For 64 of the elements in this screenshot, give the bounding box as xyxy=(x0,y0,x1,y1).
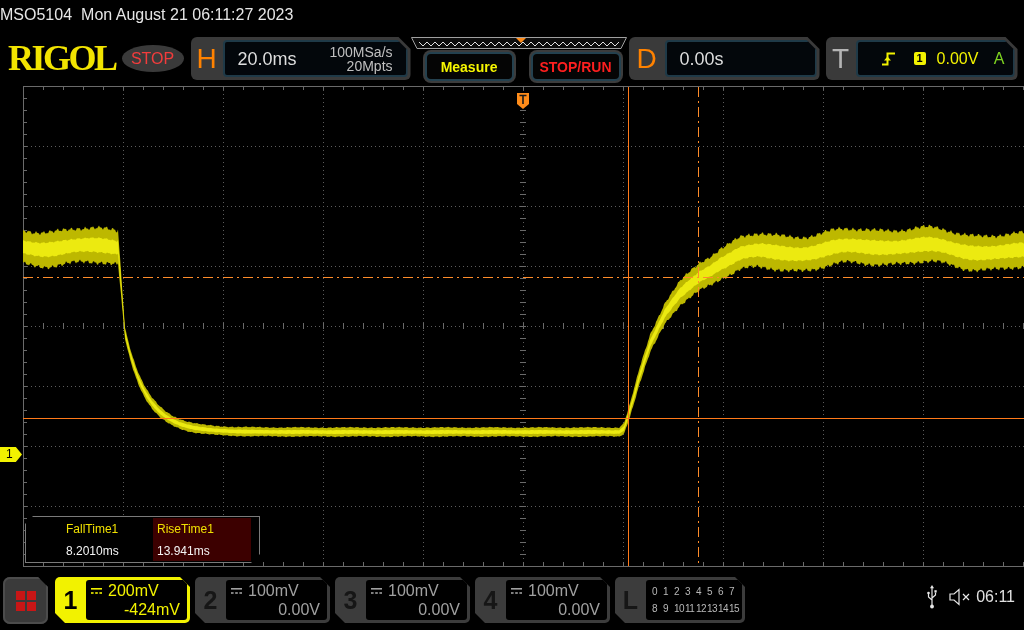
logic-channel-number: 12 xyxy=(696,603,707,614)
channel-panel[interactable]: 1 200mV -424mV xyxy=(55,577,190,623)
channel-offset: 0.00V xyxy=(418,600,460,620)
menu-button[interactable] xyxy=(3,577,48,624)
logic-channel-number: 2 xyxy=(674,586,680,597)
delay-value: 0.00s xyxy=(679,47,724,70)
logic-channel-number: 4 xyxy=(696,586,702,597)
clock-time: 06:11 xyxy=(976,587,1015,607)
run-stop-button[interactable]: STOP/RUN xyxy=(530,52,621,81)
measurement-name: FallTime1 xyxy=(66,520,120,538)
channel-offset: 0.00V xyxy=(558,600,600,620)
channel-scale: 200mV xyxy=(108,582,159,600)
logic-channel-number: 5 xyxy=(707,586,713,597)
triangle-marker-icon xyxy=(515,38,526,43)
channel-offset: 0.00V xyxy=(278,600,320,620)
horizontal-panel[interactable]: H 20.0ms 100MSa/s 20Mpts xyxy=(190,37,411,80)
measurement-value: 8.2010ms xyxy=(66,542,120,560)
channel-scale: 100mV xyxy=(528,582,579,600)
logic-channel-number: 3 xyxy=(685,586,691,597)
logic-channel-number: 8 xyxy=(652,603,658,614)
logic-channel-number: 10 xyxy=(674,603,685,614)
logic-channel-number: 9 xyxy=(663,603,669,614)
logic-channel-number: 11 xyxy=(685,603,695,614)
dc-coupling-icon xyxy=(231,588,242,594)
trigger-mode: A xyxy=(993,49,1005,68)
memory-depth: 20Mpts xyxy=(346,58,393,73)
measurement-item[interactable]: RiseTime1 13.941ms xyxy=(153,518,251,561)
measurement-value: 13.941ms xyxy=(157,542,211,560)
model-name: MSO5104 xyxy=(0,5,73,25)
trigger-source-badge: 1 xyxy=(913,52,926,65)
dc-coupling-icon xyxy=(371,588,382,594)
horizontal-label: H xyxy=(195,42,218,75)
logic-channel-number: 7 xyxy=(729,586,735,597)
channel-marker: 1 xyxy=(0,447,22,462)
trigger-level: 0.00V xyxy=(936,49,979,68)
channel-offset: -424mV xyxy=(123,600,180,620)
logic-channel-number: 0 xyxy=(652,586,658,597)
channel-scale: 100mV xyxy=(248,582,299,600)
measurement-name: RiseTime1 xyxy=(157,520,215,538)
measurement-item[interactable]: FallTime1 8.2010ms xyxy=(66,518,153,561)
channel-number: 1 xyxy=(62,586,79,614)
date-time: Mon August 21 06:11:27 2023 xyxy=(81,5,294,25)
delay-label: D xyxy=(635,42,658,75)
trigger-panel[interactable]: T 1 0.00V A xyxy=(825,37,1018,80)
speaker-muted-icon xyxy=(949,588,971,606)
dc-coupling-icon xyxy=(91,588,102,594)
menu-icon xyxy=(15,590,36,611)
delay-panel[interactable]: D 0.00s xyxy=(628,37,820,80)
rising-edge-icon xyxy=(881,51,895,66)
trigger-label: T xyxy=(830,42,851,75)
brand-logo: RIGOL xyxy=(8,43,116,73)
sample-rate: 100MSa/s xyxy=(329,44,393,59)
trigger-marker-icon xyxy=(517,93,529,109)
dc-coupling-icon xyxy=(511,588,522,594)
timebase-value: 20.0ms xyxy=(237,47,297,70)
logic-channel-number: 13 xyxy=(707,603,718,614)
logic-channel-number: 15 xyxy=(729,603,740,614)
logic-channel-number: 14 xyxy=(718,603,729,614)
channel-scale: 100mV xyxy=(388,582,439,600)
usb-icon xyxy=(927,585,938,609)
logic-channel-number: 1 xyxy=(663,586,669,597)
run-status-badge: STOP xyxy=(121,45,184,72)
logic-channel-number: 6 xyxy=(718,586,724,597)
measure-button[interactable]: Measure xyxy=(424,52,514,81)
